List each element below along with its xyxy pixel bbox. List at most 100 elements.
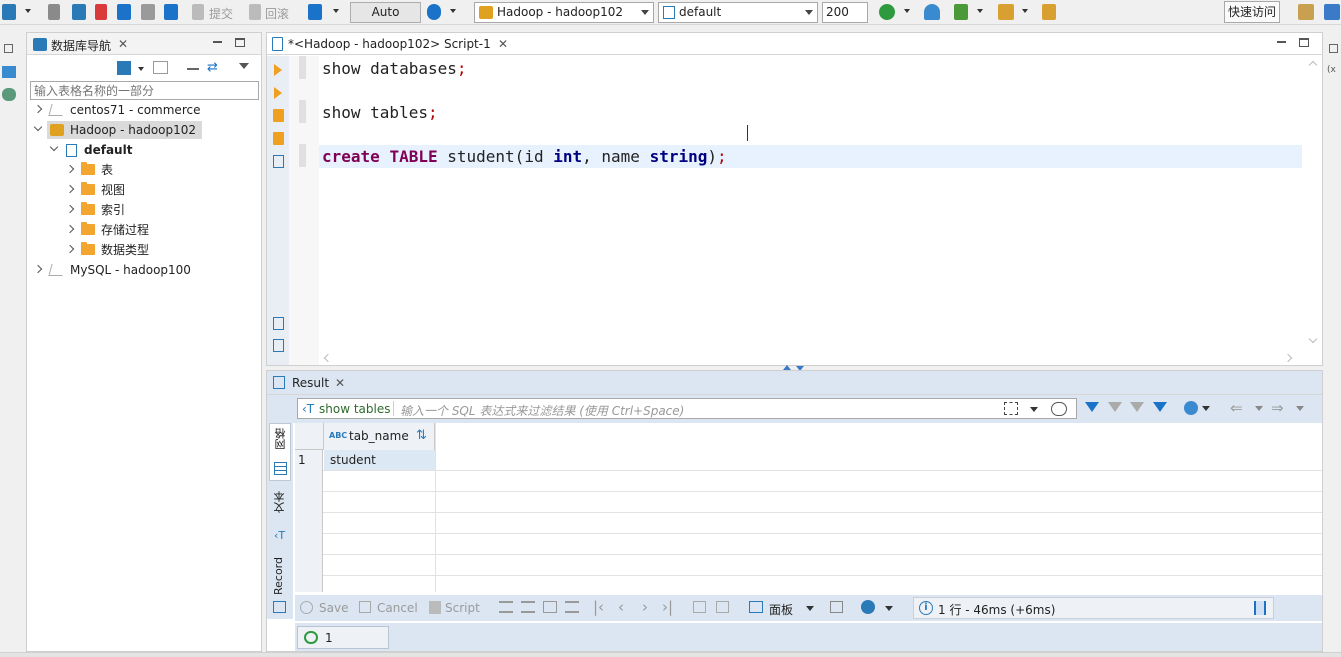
cancel-button[interactable]: Cancel bbox=[377, 601, 418, 615]
connect-icon[interactable] bbox=[48, 4, 60, 20]
auto-commit-button[interactable]: Auto bbox=[350, 2, 421, 23]
result-limit-input[interactable]: 200 bbox=[822, 2, 868, 23]
filter-settings-icon[interactable] bbox=[1153, 402, 1167, 412]
chevron-right-icon[interactable] bbox=[65, 244, 75, 254]
layout-icon[interactable] bbox=[830, 601, 843, 613]
maximize-icon[interactable] bbox=[1299, 38, 1309, 47]
quick-access-input[interactable]: 快速访问 bbox=[1224, 1, 1281, 23]
chevron-down-icon[interactable] bbox=[977, 9, 983, 13]
tab-record[interactable]: Record bbox=[269, 553, 291, 617]
chevron-down-icon[interactable] bbox=[33, 122, 43, 132]
rollback-button[interactable]: 回滚 bbox=[265, 5, 289, 22]
add-row-icon[interactable] bbox=[521, 601, 535, 613]
chevron-down-icon[interactable] bbox=[1022, 9, 1028, 13]
editor-vertical-scrollbar[interactable] bbox=[1306, 56, 1322, 352]
commit-button[interactable]: 提交 bbox=[209, 5, 233, 22]
tree-item-procedures[interactable]: 存储过程 bbox=[65, 220, 245, 240]
tree-item-datatypes[interactable]: 数据类型 bbox=[65, 240, 245, 260]
history-icon[interactable] bbox=[427, 4, 441, 20]
close-icon[interactable]: ✕ bbox=[498, 37, 508, 51]
editor-tab-title[interactable]: *<Hadoop - hadoop102> Script-1 bbox=[288, 37, 491, 51]
variables-icon[interactable]: (x bbox=[1327, 65, 1336, 75]
code-area[interactable]: show databases; show tables; create TABL… bbox=[319, 56, 1302, 352]
chevron-down-icon[interactable] bbox=[904, 9, 910, 13]
tree-item-tables[interactable]: 表 bbox=[65, 160, 245, 180]
clear-filter-icon[interactable] bbox=[1108, 402, 1122, 412]
fullscreen-icon[interactable] bbox=[1004, 402, 1018, 415]
tab-grid[interactable]: 网格 bbox=[269, 423, 291, 481]
chevron-down-icon[interactable] bbox=[49, 142, 59, 152]
back-navigate-icon[interactable] bbox=[1042, 4, 1056, 20]
settings-icon[interactable] bbox=[2, 88, 16, 101]
chevron-down-icon[interactable] bbox=[1255, 406, 1263, 411]
tab-text[interactable]: 文本 ‹T bbox=[269, 487, 291, 547]
scroll-left-icon[interactable] bbox=[323, 353, 333, 363]
auto-refresh-button[interactable]: 1 bbox=[297, 626, 389, 649]
copy-row-icon[interactable] bbox=[543, 601, 557, 613]
chevron-right-icon[interactable] bbox=[33, 104, 43, 114]
last-page-icon[interactable]: ›| bbox=[662, 598, 673, 616]
link-editor-icon[interactable]: ⇄ bbox=[207, 61, 223, 74]
refresh-icon[interactable] bbox=[1051, 402, 1067, 416]
chevron-down-icon[interactable] bbox=[1296, 406, 1304, 411]
result-tab-title[interactable]: Result bbox=[292, 376, 329, 390]
editor-horizontal-scrollbar[interactable] bbox=[319, 351, 1302, 365]
tree-item-default[interactable]: default bbox=[49, 140, 249, 160]
chevron-right-icon[interactable] bbox=[33, 264, 43, 274]
previous-page-icon[interactable]: ‹ bbox=[618, 598, 624, 616]
chevron-right-icon[interactable] bbox=[65, 204, 75, 214]
gear-icon[interactable] bbox=[861, 600, 875, 614]
sort-icon[interactable]: ⇅ bbox=[416, 428, 427, 443]
forward-icon[interactable]: ⇒ bbox=[1271, 399, 1284, 417]
chevron-down-icon[interactable] bbox=[806, 606, 814, 611]
close-icon[interactable]: ✕ bbox=[335, 376, 345, 390]
connection-select[interactable]: Hadoop - hadoop102 bbox=[474, 2, 654, 23]
first-page-icon[interactable]: |‹ bbox=[593, 598, 604, 616]
chevron-right-icon[interactable] bbox=[65, 164, 75, 174]
dbeaver-perspective-icon[interactable] bbox=[1324, 4, 1340, 20]
view-menu-icon[interactable] bbox=[239, 63, 249, 69]
save-script-icon[interactable] bbox=[273, 339, 284, 352]
chevron-down-icon[interactable] bbox=[333, 9, 339, 13]
explain-plan-icon[interactable] bbox=[273, 155, 284, 168]
cloud-icon[interactable] bbox=[924, 4, 940, 20]
tree-item-indexes[interactable]: 索引 bbox=[65, 200, 245, 220]
maximize-icon[interactable] bbox=[235, 38, 245, 47]
scroll-down-icon[interactable] bbox=[1308, 334, 1318, 344]
tools-icon[interactable] bbox=[998, 4, 1014, 20]
execute-script-new-tab-icon[interactable] bbox=[273, 132, 284, 145]
new-connection-icon[interactable] bbox=[2, 4, 16, 20]
new-folder-icon[interactable] bbox=[153, 61, 168, 74]
fetch-all-icon[interactable] bbox=[716, 601, 729, 613]
copy-icon[interactable] bbox=[141, 4, 155, 20]
add-icon[interactable] bbox=[164, 4, 178, 20]
table-cell[interactable]: student bbox=[324, 450, 435, 470]
scroll-right-icon[interactable] bbox=[1283, 353, 1293, 363]
close-icon[interactable]: ✕ bbox=[118, 37, 128, 51]
disconnect-icon[interactable] bbox=[95, 4, 107, 20]
execute-statement-icon[interactable] bbox=[274, 64, 282, 76]
restore-icon[interactable] bbox=[1329, 44, 1338, 53]
chevron-down-icon[interactable] bbox=[885, 606, 893, 611]
navigate-icon[interactable] bbox=[1184, 401, 1198, 415]
database-select[interactable]: default bbox=[658, 2, 818, 23]
chevron-down-icon[interactable] bbox=[450, 9, 456, 13]
back-icon[interactable]: ⇐ bbox=[1230, 399, 1243, 417]
chevron-right-icon[interactable] bbox=[65, 224, 75, 234]
script-button[interactable]: Script bbox=[445, 601, 480, 615]
transaction-icon[interactable] bbox=[117, 4, 131, 20]
minimize-icon[interactable] bbox=[213, 41, 222, 43]
filter-history-icon[interactable] bbox=[1130, 402, 1144, 412]
table-filter-input[interactable] bbox=[30, 81, 259, 100]
chevron-right-icon[interactable] bbox=[65, 184, 75, 194]
tree-item-mysql[interactable]: MySQL - hadoop100 bbox=[33, 260, 258, 280]
navigator-title[interactable]: 数据库导航 bbox=[51, 37, 111, 54]
table-row[interactable]: 1 student bbox=[295, 450, 1322, 470]
next-page-icon[interactable]: › bbox=[642, 598, 648, 616]
chevron-down-icon[interactable] bbox=[1202, 406, 1210, 411]
project-icon[interactable] bbox=[2, 66, 16, 78]
chevron-down-icon[interactable] bbox=[1030, 407, 1038, 412]
refresh-icon[interactable] bbox=[879, 4, 895, 20]
save-button[interactable]: Save bbox=[319, 601, 348, 615]
edit-row-icon[interactable] bbox=[499, 601, 513, 613]
